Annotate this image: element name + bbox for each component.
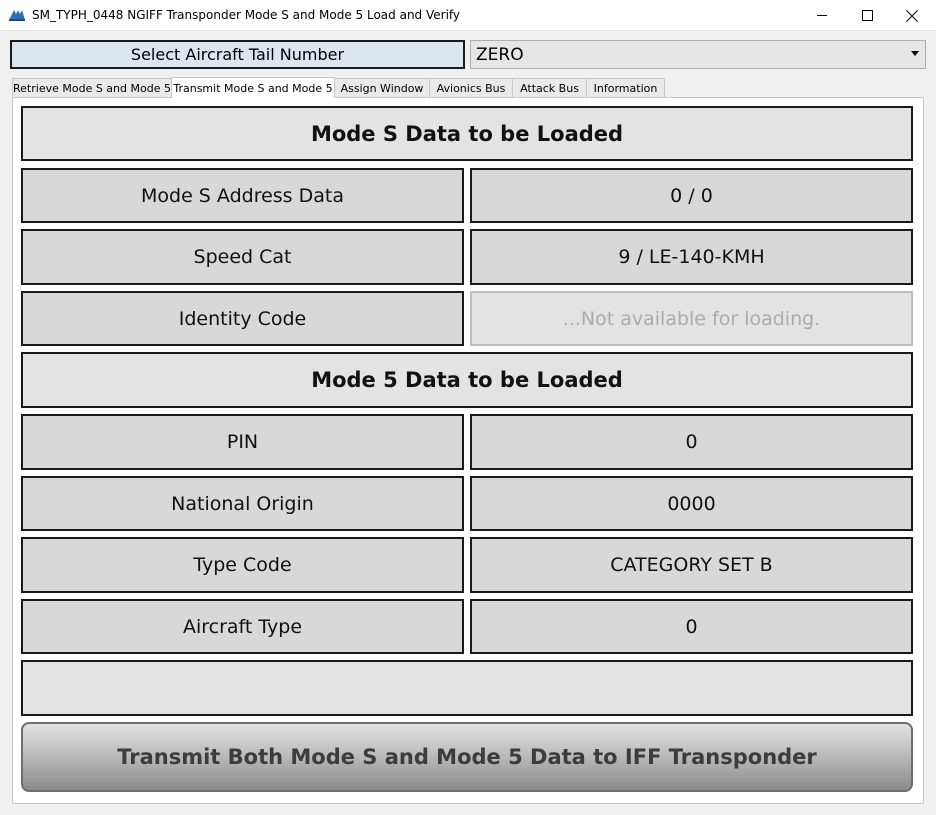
tail-number-value: ZERO: [476, 44, 524, 65]
transmit-button-label: Transmit Both Mode S and Mode 5 Data to …: [117, 745, 817, 769]
mode-s-header-text: Mode S Data to be Loaded: [310, 121, 624, 146]
field-value: 0 / 0: [670, 184, 713, 207]
chevron-down-icon: [911, 51, 919, 56]
tab-label: Retrieve Mode S and Mode 5: [13, 82, 171, 95]
national-origin-value: 0000: [470, 476, 913, 531]
transmit-both-button[interactable]: Transmit Both Mode S and Mode 5 Data to …: [21, 722, 913, 792]
tab-label: Transmit Mode S and Mode 5: [173, 81, 333, 95]
tab-label: Assign Window: [340, 82, 424, 95]
type-code-label: Type Code: [21, 537, 464, 593]
maximize-button[interactable]: [844, 0, 890, 31]
field-label: Aircraft Type: [182, 615, 303, 638]
mode-s-address-label: Mode S Address Data: [21, 168, 464, 223]
tab-assign-window[interactable]: Assign Window: [334, 78, 430, 98]
field-label: Type Code: [193, 554, 292, 576]
field-value: 0: [685, 615, 698, 638]
field-label: Speed Cat: [193, 246, 292, 268]
pin-value: 0: [470, 414, 913, 470]
status-message-box: [21, 660, 913, 716]
field-value: 0: [685, 431, 698, 453]
pin-label: PIN: [21, 414, 464, 470]
identity-code-label: Identity Code: [21, 291, 464, 346]
mode-5-header-text: Mode 5 Data to be Loaded: [311, 368, 623, 392]
mode-s-header: Mode S Data to be Loaded: [21, 106, 913, 161]
select-tail-number-button[interactable]: Select Aircraft Tail Number: [10, 40, 465, 69]
tail-number-dropdown[interactable]: ZERO: [470, 40, 926, 69]
tab-attack-bus[interactable]: Attack Bus: [512, 78, 587, 98]
tab-label: Attack Bus: [520, 82, 579, 95]
national-origin-label: National Origin: [21, 476, 464, 531]
speed-cat-value: 9 / LE-140-KMH: [470, 229, 913, 285]
speed-cat-label: Speed Cat: [21, 229, 464, 285]
window-title: SM_TYPH_0448 NGIFF Transponder Mode S an…: [32, 8, 461, 22]
close-icon: [906, 9, 918, 22]
tab-strip: Retrieve Mode S and Mode 5 Transmit Mode…: [12, 77, 665, 98]
field-value: 9 / LE-140-KMH: [618, 246, 765, 268]
title-bar: SM_TYPH_0448 NGIFF Transponder Mode S an…: [0, 0, 936, 31]
minimize-button[interactable]: [799, 0, 845, 31]
tab-label: Avionics Bus: [436, 82, 506, 95]
field-value: CATEGORY SET B: [610, 554, 773, 576]
aircraft-type-value: 0: [470, 599, 913, 654]
tab-avionics-bus[interactable]: Avionics Bus: [429, 78, 513, 98]
tab-retrieve-mode-s-mode-5[interactable]: Retrieve Mode S and Mode 5: [12, 78, 172, 98]
type-code-value: CATEGORY SET B: [470, 537, 913, 593]
field-label: National Origin: [171, 492, 314, 515]
field-label: PIN: [226, 431, 259, 453]
aircraft-type-label: Aircraft Type: [21, 599, 464, 654]
mode-5-header: Mode 5 Data to be Loaded: [21, 352, 913, 408]
field-value: ...Not available for loading.: [562, 307, 821, 330]
tab-label: Information: [593, 82, 658, 95]
identity-code-value: ...Not available for loading.: [470, 291, 913, 346]
field-label: Identity Code: [178, 307, 307, 330]
tab-information[interactable]: Information: [586, 78, 665, 98]
close-button[interactable]: [889, 0, 935, 31]
mode-s-address-value: 0 / 0: [470, 168, 913, 223]
minimize-icon: [816, 15, 827, 16]
tab-transmit-mode-s-mode-5[interactable]: Transmit Mode S and Mode 5: [171, 77, 335, 98]
aircraft-logo-icon: [8, 8, 26, 22]
field-label: Mode S Address Data: [141, 184, 344, 207]
field-value: 0000: [667, 492, 716, 515]
select-tail-number-label: Select Aircraft Tail Number: [130, 45, 345, 64]
maximize-icon: [861, 10, 873, 21]
